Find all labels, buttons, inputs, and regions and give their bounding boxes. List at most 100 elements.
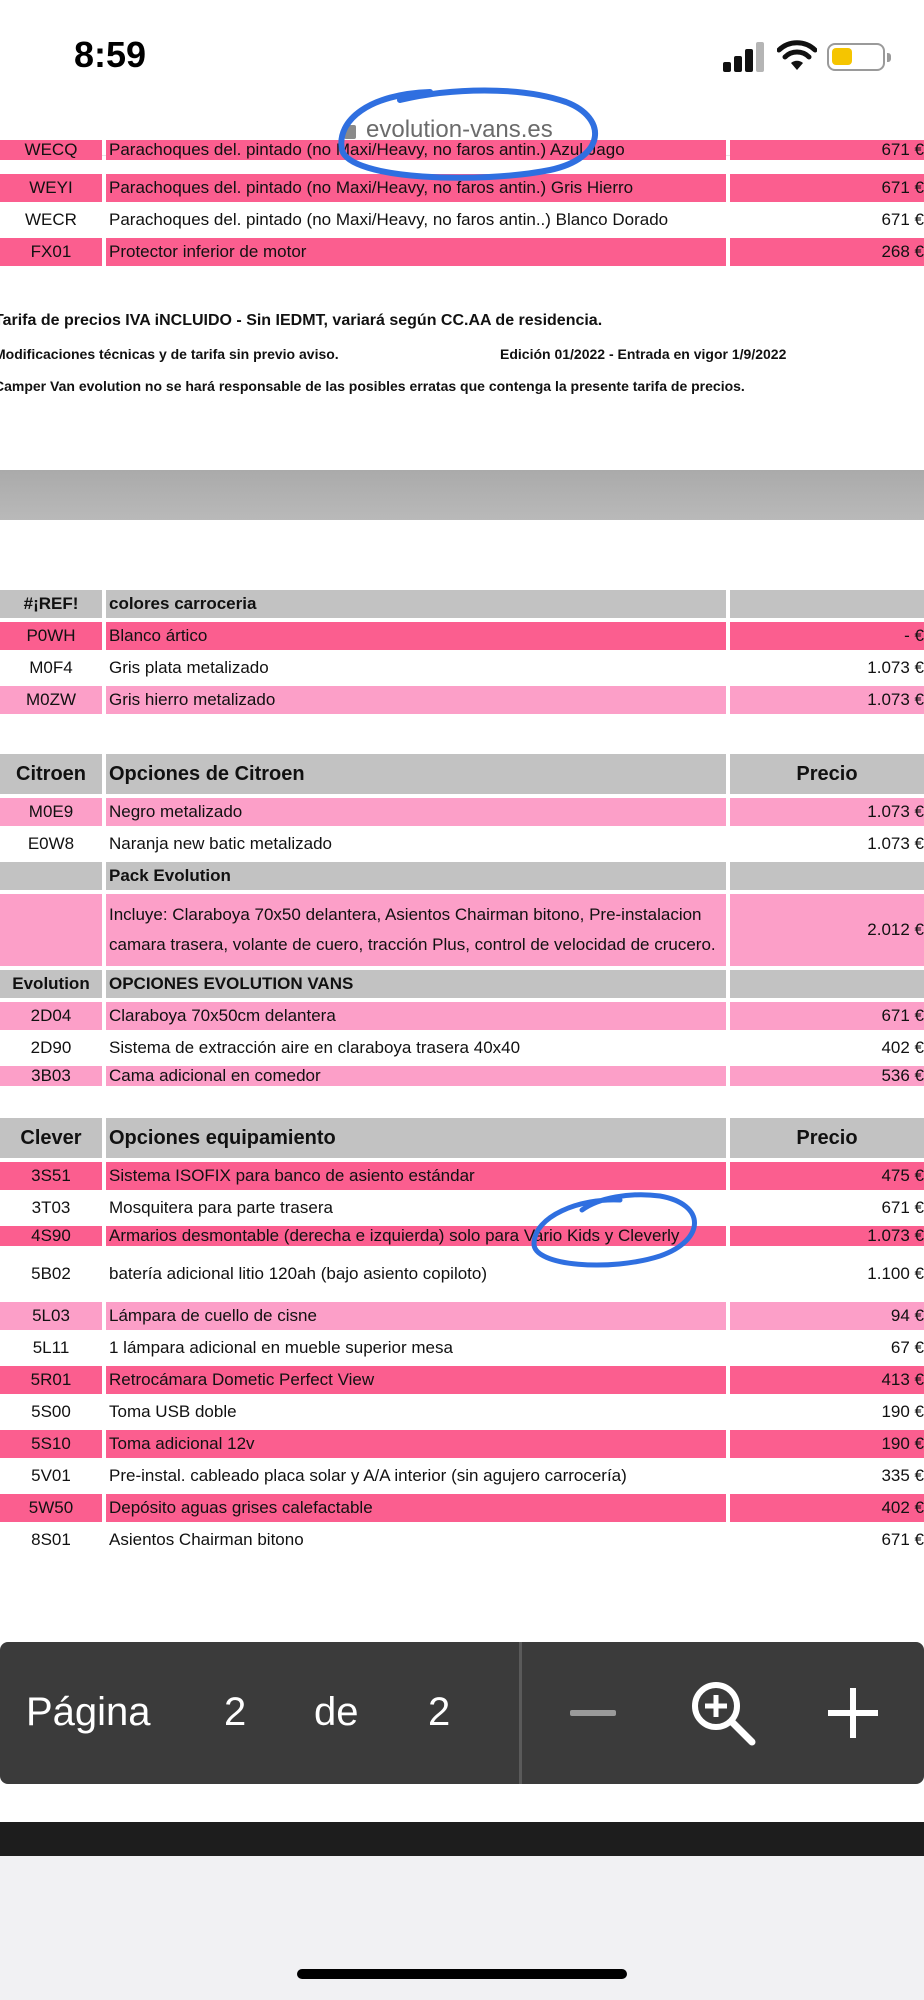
option-description: Lámpara de cuello de cisne [106, 1302, 726, 1330]
page-label: Página [26, 1690, 151, 1734]
table-row: 5B02 batería adicional litio 120ah (bajo… [0, 1250, 924, 1298]
toolbar-divider [519, 1642, 522, 1784]
pack-description: Incluye: Claraboya 70x50 delantera, Asie… [106, 894, 726, 966]
cellular-signal-icon [723, 42, 765, 72]
option-price: 413 € [730, 1366, 924, 1394]
zoom-out-icon[interactable] [570, 1710, 616, 1716]
total-pages-number: 2 [428, 1690, 451, 1734]
option-code: P0WH [0, 622, 102, 650]
table-row: 5S00 Toma USB doble 190 € [0, 1398, 924, 1426]
option-code: 4S90 [0, 1226, 102, 1246]
option-description: Claraboya 70x50cm delantera [106, 1002, 726, 1030]
option-code: M0ZW [0, 686, 102, 714]
option-description: Depósito aguas grises calefactable [106, 1494, 726, 1522]
option-price: 1.073 € [867, 658, 924, 677]
option-code: 3S51 [0, 1162, 102, 1190]
section-code: Citroen [0, 754, 102, 794]
option-description: Sistema ISOFIX para banco de asiento est… [106, 1162, 726, 1190]
table-row: 8S01 Asientos Chairman bitono 671 € [0, 1526, 924, 1554]
option-code: 3T03 [31, 1198, 71, 1217]
section-header-citroen: Citroen Opciones de Citroen Precio [0, 754, 924, 794]
option-price: 402 € [881, 1038, 924, 1057]
table-row: 2D90 Sistema de extracción aire en clara… [0, 1034, 924, 1062]
option-description: Gris plata metalizado [109, 658, 269, 677]
zoom-in-icon[interactable] [828, 1688, 878, 1738]
home-indicator[interactable] [297, 1969, 627, 1979]
option-description: Retrocámara Dometic Perfect View [106, 1366, 726, 1394]
option-code: E0W8 [27, 834, 75, 853]
pack-price: 2.012 € [730, 894, 924, 966]
table-row: 4S90 Armarios desmontable (derecha e izq… [0, 1226, 924, 1246]
tax-note: Tarifa de precios IVA iNCLUIDO - Sin IED… [0, 312, 603, 329]
option-price: 335 € [881, 1466, 924, 1485]
section-header-colores: #¡REF! colores carroceria [0, 590, 924, 618]
option-price: 671 € [881, 1198, 924, 1217]
section-title: colores carroceria [106, 590, 726, 618]
table-row: M0ZW Gris hierro metalizado 1.073 € [0, 686, 924, 714]
section-code: #¡REF! [0, 590, 102, 618]
option-description: Armarios desmontable (derecha e izquierd… [106, 1226, 726, 1246]
section-title: Opciones de Citroen [106, 754, 726, 794]
option-price: - € [730, 622, 924, 650]
table-row: 3B03 Cama adicional en comedor 536 € [0, 1066, 924, 1086]
table-row: 5L03 Lámpara de cuello de cisne 94 € [0, 1302, 924, 1330]
option-description: Pre-instal. cableado placa solar y A/A i… [109, 1466, 627, 1485]
wifi-icon [777, 40, 817, 70]
option-price: 671 € [881, 1530, 924, 1549]
table-row: WEYI Parachoques del. pintado (no Maxi/H… [0, 174, 924, 202]
option-price: 671 € [730, 1002, 924, 1030]
section-title: Opciones equipamiento [106, 1118, 726, 1158]
pdf-page-toolbar: Página 2 de 2 [0, 1642, 924, 1784]
status-bar: 8:59 [0, 0, 924, 110]
option-description: Parachoques del. pintado (no Maxi/Heavy,… [106, 140, 726, 160]
table-row: M0F4 Gris plata metalizado 1.073 € [0, 654, 924, 682]
option-description: Toma USB doble [109, 1402, 237, 1421]
option-description: Asientos Chairman bitono [109, 1530, 304, 1549]
disclaimer-note: Camper Van evolution no se hará responsa… [0, 378, 745, 394]
lock-icon [344, 125, 356, 139]
option-price: 1.073 € [730, 1226, 924, 1246]
table-row: WECR Parachoques del. pintado (no Maxi/H… [0, 206, 924, 234]
table-row: 2D04 Claraboya 70x50cm delantera 671 € [0, 1002, 924, 1030]
table-row: 3T03 Mosquitera para parte trasera 671 € [0, 1194, 924, 1222]
status-time: 8:59 [74, 34, 147, 75]
section-title: OPCIONES EVOLUTION VANS [106, 970, 726, 998]
option-code: WECQ [0, 140, 102, 160]
option-code: 8S01 [31, 1530, 71, 1549]
option-price: 1.073 € [730, 686, 924, 714]
changes-note: Modificaciones técnicas y de tarifa sin … [0, 346, 339, 362]
table-row: 5R01 Retrocámara Dometic Perfect View 41… [0, 1366, 924, 1394]
option-description: Naranja new batic metalizado [109, 834, 333, 853]
option-code: 5L11 [32, 1338, 70, 1357]
option-price: 536 € [730, 1066, 924, 1086]
zoom-icon[interactable] [690, 1680, 756, 1746]
option-description: batería adicional litio 120ah (bajo asie… [109, 1264, 488, 1283]
option-price: 190 € [881, 1402, 924, 1421]
current-page-number: 2 [224, 1690, 247, 1734]
page-separator [0, 470, 924, 520]
table-row: FX01 Protector inferior de motor 268 € [0, 238, 924, 266]
option-price: 475 € [730, 1162, 924, 1190]
option-code: 2D04 [0, 1002, 102, 1030]
pack-title: Pack Evolution [106, 862, 726, 890]
option-price: 1.073 € [867, 834, 924, 853]
option-description: 1 lámpara adicional en mueble superior m… [109, 1338, 453, 1357]
option-code: M0E9 [0, 798, 102, 826]
section-code: Clever [0, 1118, 102, 1158]
option-code: 5V01 [31, 1466, 71, 1485]
option-code: 5S10 [0, 1430, 102, 1458]
table-row: 5V01 Pre-instal. cableado placa solar y … [0, 1462, 924, 1490]
option-price: 67 € [890, 1338, 924, 1357]
option-code: 3B03 [0, 1066, 102, 1086]
table-row: 5L11 1 lámpara adicional en mueble super… [0, 1334, 924, 1362]
option-code: 5R01 [0, 1366, 102, 1394]
option-description: Cama adicional en comedor [106, 1066, 726, 1086]
option-description: Mosquitera para parte trasera [109, 1198, 333, 1217]
option-description: Parachoques del. pintado (no Maxi/Heavy,… [109, 210, 669, 229]
option-price: 671 € [881, 210, 924, 229]
pack-row: Incluye: Claraboya 70x50 delantera, Asie… [0, 894, 924, 966]
option-description: Blanco ártico [106, 622, 726, 650]
option-description: Protector inferior de motor [106, 238, 726, 266]
option-price: 1.073 € [730, 798, 924, 826]
option-description: Sistema de extracción aire en claraboya … [109, 1038, 521, 1057]
